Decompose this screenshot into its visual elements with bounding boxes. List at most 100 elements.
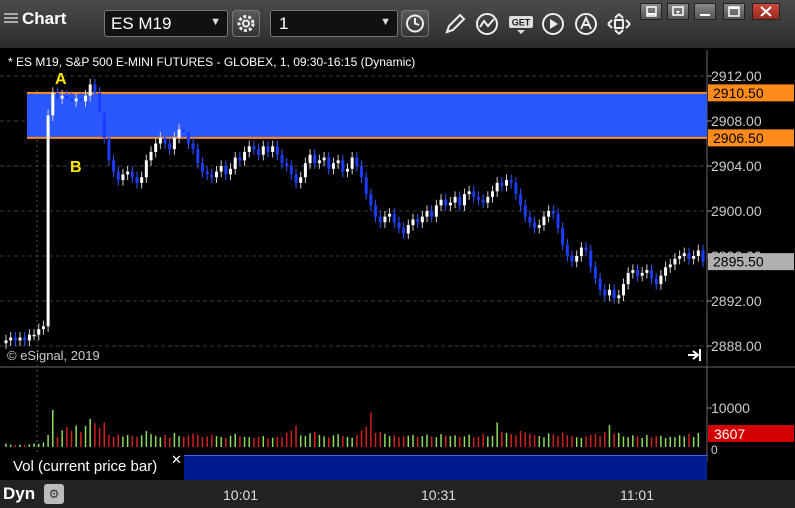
candle-body bbox=[420, 216, 424, 223]
candle-body bbox=[280, 154, 284, 164]
candle-body bbox=[102, 112, 106, 138]
volume-study-label[interactable]: Vol (current price bar) bbox=[5, 455, 183, 479]
candle-body bbox=[98, 92, 102, 113]
candle-body bbox=[205, 171, 209, 175]
candle-body bbox=[74, 98, 78, 102]
candle-body bbox=[425, 211, 429, 217]
candle-body bbox=[149, 151, 153, 161]
candle-body bbox=[345, 168, 349, 172]
candle-body bbox=[402, 227, 406, 234]
symbol-input[interactable]: ES M19 ▼ bbox=[104, 10, 228, 37]
candle-body bbox=[626, 272, 630, 285]
minimize-icon bbox=[646, 6, 657, 17]
candle-body bbox=[439, 199, 443, 206]
candle-body bbox=[392, 213, 396, 223]
candle-body bbox=[247, 146, 251, 152]
candle-body bbox=[317, 160, 321, 164]
get-button[interactable]: GET bbox=[507, 12, 533, 36]
candle-body bbox=[41, 326, 45, 330]
candle-body bbox=[294, 174, 298, 183]
get-icon: GET bbox=[509, 16, 533, 34]
candle-body bbox=[243, 151, 247, 161]
gear-icon[interactable]: ⚙ bbox=[44, 484, 64, 504]
chart-title-label: Chart bbox=[22, 9, 67, 28]
candle-body bbox=[46, 115, 50, 327]
candle-body bbox=[238, 157, 242, 161]
minimize-line-icon bbox=[700, 14, 710, 16]
interval-settings-button[interactable] bbox=[401, 10, 429, 37]
candle-body bbox=[575, 256, 579, 262]
candle-body bbox=[130, 171, 134, 178]
candle-body bbox=[163, 137, 167, 144]
symbol-settings-button[interactable] bbox=[232, 10, 260, 37]
candle-body bbox=[696, 250, 700, 256]
studies-button[interactable] bbox=[474, 12, 500, 36]
candle-body bbox=[60, 95, 64, 99]
candle-body bbox=[612, 289, 616, 299]
candle-body bbox=[617, 295, 621, 299]
candle-body bbox=[453, 196, 457, 203]
dynamic-mode-label[interactable]: Dyn bbox=[3, 484, 35, 504]
price-zone[interactable] bbox=[27, 91, 707, 139]
candle-body bbox=[112, 160, 116, 172]
candle-body bbox=[584, 247, 588, 251]
candle-body bbox=[364, 177, 368, 195]
last-price-label: 2895.50 bbox=[713, 254, 764, 270]
candle-body bbox=[692, 256, 696, 259]
candle-body bbox=[481, 199, 485, 203]
candle-body bbox=[598, 278, 602, 290]
window-maximize-button[interactable] bbox=[723, 3, 745, 20]
candle-body bbox=[631, 270, 635, 273]
candle-body bbox=[458, 196, 462, 206]
candle-body bbox=[444, 199, 448, 206]
price-axis-tick-label: 2908.00 bbox=[711, 113, 762, 129]
time-tick-1: 10:01 bbox=[223, 487, 259, 503]
interval-input[interactable]: 1 ▼ bbox=[270, 10, 398, 37]
candle-body bbox=[355, 157, 359, 166]
candle-body bbox=[154, 143, 158, 152]
window-minimize-button-2[interactable] bbox=[694, 3, 716, 20]
candle-body bbox=[383, 216, 387, 223]
volume-study-bar bbox=[184, 455, 707, 480]
candle-body bbox=[486, 196, 490, 203]
candle-body bbox=[18, 337, 22, 341]
candle-body bbox=[9, 337, 13, 341]
candle-body bbox=[210, 174, 214, 178]
annotation-b[interactable]: B bbox=[70, 159, 82, 176]
candle-body bbox=[32, 334, 36, 337]
window-minimize-button[interactable] bbox=[640, 3, 662, 20]
window-restore-button[interactable] bbox=[667, 3, 689, 20]
candle-body bbox=[360, 166, 364, 178]
candle-body bbox=[378, 216, 382, 223]
candle-body bbox=[13, 337, 17, 341]
candle-body bbox=[285, 163, 289, 166]
draw-button[interactable] bbox=[441, 12, 467, 36]
close-icon[interactable]: ✕ bbox=[171, 452, 182, 468]
candle-body bbox=[659, 275, 663, 285]
candle-body bbox=[331, 163, 335, 169]
annotation-a[interactable]: A bbox=[55, 71, 67, 88]
chevron-down-icon[interactable]: ▼ bbox=[380, 16, 391, 28]
window-close-button[interactable] bbox=[752, 3, 780, 20]
candle-body bbox=[430, 211, 434, 217]
price-axis-tick-label: 2888.00 bbox=[711, 338, 762, 354]
replay-button[interactable] bbox=[540, 12, 566, 36]
cursor-button[interactable] bbox=[606, 12, 632, 36]
play-icon bbox=[542, 13, 564, 35]
pencil-icon bbox=[445, 13, 466, 34]
grip-icon bbox=[4, 11, 18, 27]
alerts-button[interactable] bbox=[573, 12, 599, 36]
candle-body bbox=[406, 225, 410, 234]
candle-body bbox=[664, 267, 668, 276]
candle-body bbox=[200, 163, 204, 172]
chevron-down-icon[interactable]: ▼ bbox=[210, 16, 221, 28]
candle-body bbox=[505, 180, 509, 186]
cursor-icon bbox=[607, 13, 631, 35]
price-chart[interactable]: * ES M19, S&P 500 E-MINI FUTURES - GLOBE… bbox=[0, 46, 795, 462]
candle-body bbox=[327, 157, 331, 169]
candle-body bbox=[607, 289, 611, 296]
zone-lower-label: 2906.50 bbox=[713, 130, 764, 146]
candle-body bbox=[4, 340, 8, 344]
candle-body bbox=[542, 216, 546, 226]
chart-title[interactable]: Chart bbox=[4, 9, 66, 29]
